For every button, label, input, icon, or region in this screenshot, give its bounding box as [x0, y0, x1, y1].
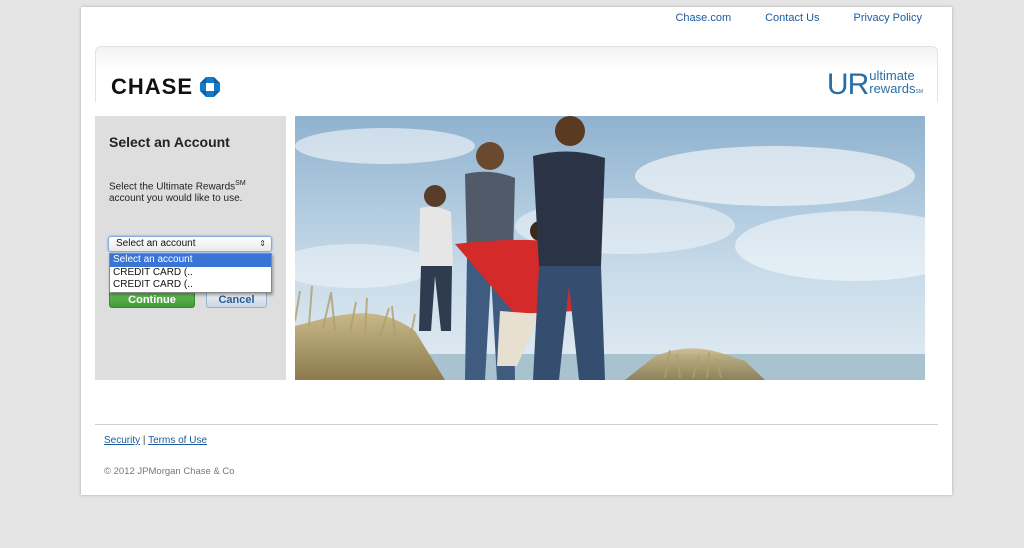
- footer-links: Security | Terms of Use: [104, 435, 207, 446]
- header-bar: CHASE UR ultimate rewardsSM: [95, 46, 938, 102]
- top-links: Chase.com Contact Us Privacy Policy: [641, 12, 922, 24]
- footer-divider: [95, 424, 938, 425]
- desc-rest: account you would like to use.: [109, 193, 243, 205]
- panel-title: Select an Account: [109, 134, 230, 150]
- ur-sm-mark: SM: [915, 89, 924, 95]
- account-dropdown: Select an account CREDIT CARD (.. CREDIT…: [109, 253, 272, 293]
- continue-button[interactable]: Continue: [109, 290, 195, 308]
- chase-com-link[interactable]: Chase.com: [675, 12, 731, 24]
- chase-logo[interactable]: CHASE: [111, 74, 221, 100]
- copyright-text: © 2012 JPMorgan Chase & Co: [104, 466, 235, 477]
- footer-separator: |: [140, 435, 149, 446]
- terms-of-use-link[interactable]: Terms of Use: [148, 435, 207, 446]
- panel-description: Select the Ultimate RewardsSM account yo…: [109, 178, 277, 205]
- account-select-value: Select an account: [116, 238, 196, 249]
- ur-text: ultimate rewardsSM: [869, 69, 923, 99]
- dropdown-option[interactable]: CREDIT CARD (..: [110, 279, 271, 292]
- desc-sm: SM: [235, 180, 246, 187]
- select-arrows-icon: ⇕: [259, 239, 266, 248]
- hero-family-image: [295, 116, 925, 380]
- security-link[interactable]: Security: [104, 435, 140, 446]
- privacy-policy-link[interactable]: Privacy Policy: [854, 12, 922, 24]
- ur-mark: UR: [826, 68, 869, 101]
- ur-line-rewards: rewardsSM: [869, 82, 923, 99]
- cancel-button[interactable]: Cancel: [206, 290, 267, 308]
- dropdown-option[interactable]: CREDIT CARD (..: [110, 267, 271, 280]
- contact-us-link[interactable]: Contact Us: [765, 12, 819, 24]
- desc-text: Select the Ultimate Rewards: [109, 181, 236, 193]
- ur-rewards-word: rewards: [869, 81, 916, 96]
- ultimate-rewards-logo: UR ultimate rewardsSM: [826, 68, 923, 101]
- dropdown-option[interactable]: Select an account: [110, 254, 271, 267]
- page-container: Chase.com Contact Us Privacy Policy CHAS…: [81, 7, 952, 495]
- account-panel: Select an Account Select the Ultimate Re…: [95, 116, 286, 380]
- chase-octagon-icon: [200, 77, 221, 97]
- account-select[interactable]: Select an account ⇕: [108, 236, 272, 252]
- chase-wordmark: CHASE: [111, 74, 194, 99]
